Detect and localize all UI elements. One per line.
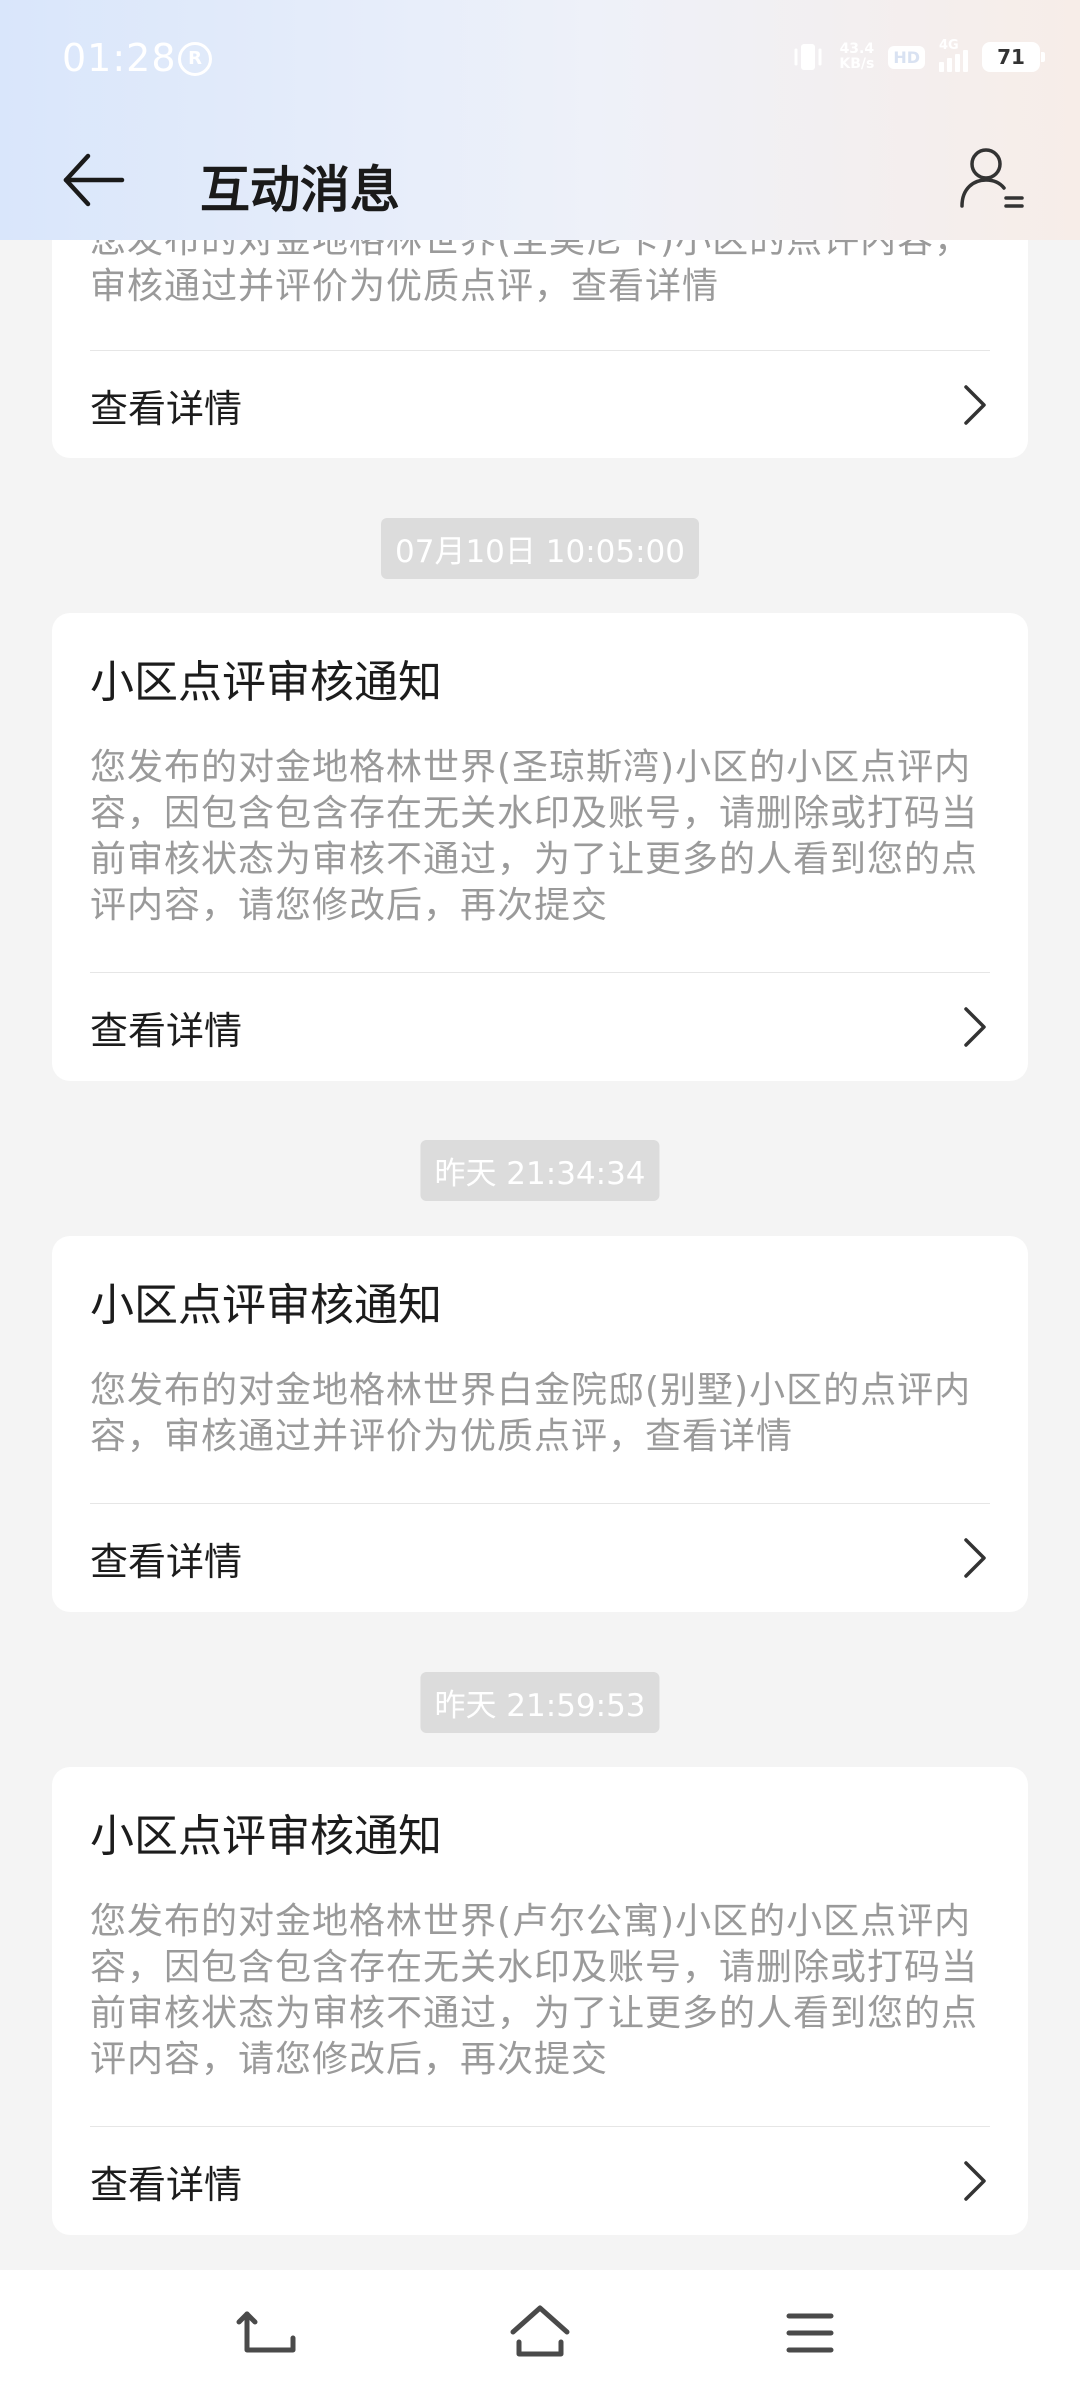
message-title: 小区点评审核通知: [90, 1811, 442, 1862]
message-body: 您发布的对金地格林世界(圣琼斯湾)小区的小区点评内容，因包含包含存在无关水印及账…: [90, 747, 979, 926]
network-speed-value: 43.4: [839, 41, 875, 57]
hd-badge: HD: [888, 45, 925, 69]
network-speed-unit: KB/s: [839, 56, 875, 72]
view-details-label: 查看详情: [90, 386, 243, 431]
status-icons: 43.4 KB/s HD 4G 71: [791, 38, 1045, 74]
status-time: 01:28: [62, 36, 177, 80]
message-card: 小区点评审核通知 您发布的对金地格林世界(圣琼斯湾)小区的小区点评内容，因包含包…: [52, 613, 1028, 1081]
message-timestamp: 07月10日 10:05:00: [381, 518, 699, 579]
nav-menu-icon[interactable]: [775, 2298, 845, 2368]
chevron-right-icon: [964, 1007, 986, 1047]
message-card: 小区点评审核通知 您发布的对金地格林世界(卢尔公寓)小区的小区点评内容，因包含包…: [52, 1767, 1028, 2235]
message-list[interactable]: 您发布的对金地格林世界(圣莫尼卡)小区的点评内容，审核通过并评价为优质点评，查看…: [0, 0, 1080, 2400]
message-timestamp: 昨天 21:59:53: [420, 1672, 660, 1733]
battery-indicator: 71: [982, 42, 1045, 72]
chevron-right-icon: [964, 2161, 986, 2201]
message-timestamp: 昨天 21:34:34: [420, 1140, 660, 1201]
view-details-label: 查看详情: [90, 1008, 243, 1053]
view-details-link[interactable]: 查看详情: [90, 1504, 990, 1612]
registered-icon: R: [178, 42, 212, 76]
arrow-left-icon[interactable]: [60, 148, 130, 212]
chevron-right-icon: [964, 1538, 986, 1578]
system-navigation-bar: [0, 2270, 1080, 2400]
message-card: 小区点评审核通知 您发布的对金地格林世界白金院邸(别墅)小区的点评内容，审核通过…: [52, 1236, 1028, 1612]
message-body: 您发布的对金地格林世界白金院邸(别墅)小区的点评内容，审核通过并评价为优质点评，…: [90, 1370, 972, 1457]
nav-back-icon[interactable]: [235, 2298, 305, 2368]
view-details-link[interactable]: 查看详情: [90, 973, 990, 1081]
user-settings-icon[interactable]: [956, 142, 1026, 212]
view-details-label: 查看详情: [90, 1539, 243, 1584]
vibrate-icon: [794, 44, 822, 70]
network-type: 4G: [939, 38, 959, 53]
view-details-link[interactable]: 查看详情: [90, 2127, 990, 2235]
app-header: 互动消息: [0, 120, 1080, 240]
message-title: 小区点评审核通知: [90, 1280, 442, 1331]
status-bar: 01:28 R 43.4 KB/s HD 4G 71: [0, 0, 1080, 120]
chevron-right-icon: [964, 385, 986, 425]
view-details-label: 查看详情: [90, 2162, 243, 2207]
network-speed: 43.4 KB/s: [839, 42, 874, 72]
message-title: 小区点评审核通知: [90, 657, 442, 708]
signal-icon: 4G: [939, 38, 968, 72]
message-body: 您发布的对金地格林世界(卢尔公寓)小区的小区点评内容，因包含包含存在无关水印及账…: [90, 1901, 979, 2080]
view-details-link[interactable]: 查看详情: [90, 351, 990, 459]
page-title: 互动消息: [200, 161, 400, 219]
nav-home-icon[interactable]: [505, 2298, 575, 2368]
